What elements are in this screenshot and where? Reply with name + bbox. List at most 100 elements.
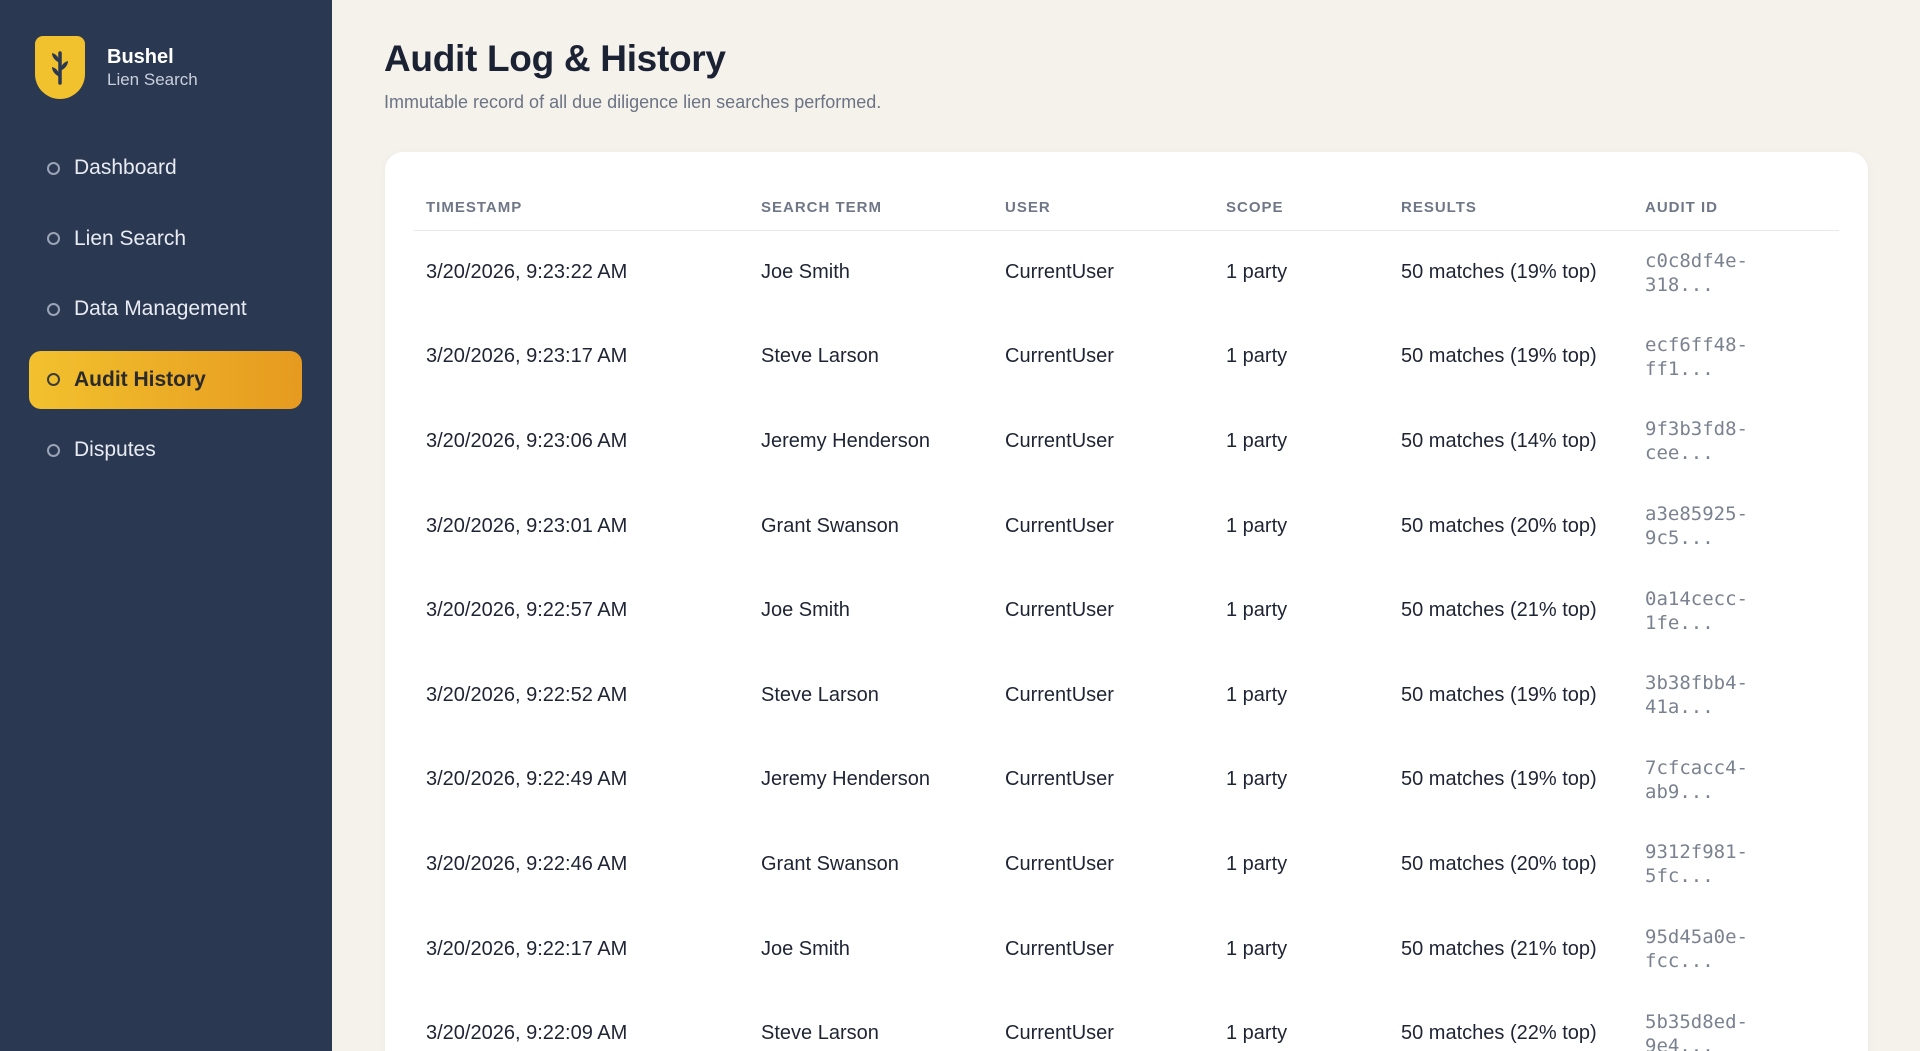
cell-audit-id: c0c8df4e- 318... [1645, 249, 1748, 296]
circle-icon [47, 161, 60, 175]
table-row[interactable]: 3/20/2026, 9:23:22 AM Joe Smith CurrentU… [414, 230, 1839, 315]
cell-results: 50 matches (19% top) [1401, 683, 1597, 706]
cell-user: CurrentUser [1005, 429, 1114, 452]
cell-timestamp: 3/20/2026, 9:22:49 AM [426, 768, 628, 791]
cell-results: 50 matches (19% top) [1401, 261, 1597, 284]
cell-scope: 1 party [1226, 261, 1288, 284]
cell-results: 50 matches (14% top) [1401, 429, 1597, 452]
cell-timestamp: 3/20/2026, 9:23:06 AM [426, 429, 628, 452]
cell-user: CurrentUser [1005, 514, 1114, 537]
table-row[interactable]: 3/20/2026, 9:23:01 AM Grant Swanson Curr… [414, 484, 1839, 569]
cell-scope: 1 party [1226, 429, 1288, 452]
table-row[interactable]: 3/20/2026, 9:22:17 AM Joe Smith CurrentU… [414, 907, 1839, 992]
page-subtitle: Immutable record of all due diligence li… [384, 92, 882, 112]
sidebar-item-lien-search[interactable]: Lien Search [29, 210, 302, 268]
cell-user: CurrentUser [1005, 683, 1114, 706]
column-header-results[interactable]: RESULTS [1389, 186, 1633, 231]
circle-icon [47, 232, 60, 245]
cell-audit-id: 7cfcacc4- ab9... [1645, 756, 1748, 803]
audit-table-body: 3/20/2026, 9:23:22 AM Joe Smith CurrentU… [414, 230, 1839, 1051]
cell-audit-id: 9312f981- 5fc... [1645, 841, 1748, 888]
column-header-audit-id[interactable]: AUDIT ID [1633, 186, 1839, 231]
cell-results: 50 matches (22% top) [1401, 1022, 1597, 1045]
column-header-user[interactable]: USER [993, 186, 1214, 231]
cell-user: CurrentUser [1005, 345, 1114, 368]
table-row[interactable]: 3/20/2026, 9:22:09 AM Steve Larson Curre… [414, 991, 1839, 1051]
cell-scope: 1 party [1226, 683, 1288, 706]
cell-scope: 1 party [1226, 852, 1288, 875]
cell-search-term: Grant Swanson [761, 852, 899, 875]
cell-results: 50 matches (21% top) [1401, 599, 1597, 622]
cell-search-term: Steve Larson [761, 683, 879, 706]
cell-timestamp: 3/20/2026, 9:23:22 AM [426, 261, 628, 284]
cell-search-term: Grant Swanson [761, 514, 899, 537]
sidebar-item-label: Disputes [74, 438, 156, 461]
cell-user: CurrentUser [1005, 768, 1114, 791]
cell-scope: 1 party [1226, 937, 1288, 960]
cell-results: 50 matches (20% top) [1401, 514, 1597, 537]
cell-audit-id: 0a14cecc- 1fe... [1645, 587, 1748, 634]
sidebar-nav: Dashboard Lien Search Data Management Au… [29, 139, 302, 492]
cell-timestamp: 3/20/2026, 9:22:46 AM [426, 852, 628, 875]
sidebar-item-label: Data Management [74, 297, 247, 320]
table-row[interactable]: 3/20/2026, 9:22:57 AM Joe Smith CurrentU… [414, 568, 1839, 653]
cell-timestamp: 3/20/2026, 9:23:17 AM [426, 345, 628, 368]
cell-audit-id: 5b35d8ed- 9e4... [1645, 1010, 1748, 1051]
sidebar-item-data-management[interactable]: Data Management [29, 280, 302, 338]
cell-audit-id: 3b38fbb4- 41a... [1645, 672, 1748, 719]
table-row[interactable]: 3/20/2026, 9:23:06 AM Jeremy Henderson C… [414, 399, 1839, 484]
cell-user: CurrentUser [1005, 599, 1114, 622]
cell-timestamp: 3/20/2026, 9:22:17 AM [426, 937, 628, 960]
brand[interactable]: Bushel Lien Search [35, 36, 198, 99]
sidebar-item-label: Dashboard [74, 156, 177, 179]
table-row[interactable]: 3/20/2026, 9:23:17 AM Steve Larson Curre… [414, 315, 1839, 400]
wheat-icon [35, 36, 85, 99]
sidebar-item-audit-history[interactable]: Audit History [29, 350, 302, 409]
cell-results: 50 matches (21% top) [1401, 937, 1597, 960]
cell-audit-id: ecf6ff48- ff1... [1645, 333, 1748, 380]
cell-audit-id: a3e85925- 9c5... [1645, 503, 1748, 550]
sidebar-item-disputes[interactable]: Disputes [29, 421, 302, 479]
cell-search-term: Joe Smith [761, 599, 850, 622]
table-row[interactable]: 3/20/2026, 9:22:49 AM Jeremy Henderson C… [414, 738, 1839, 823]
cell-scope: 1 party [1226, 345, 1288, 368]
sidebar-item-label: Audit History [74, 367, 206, 391]
cell-scope: 1 party [1226, 599, 1288, 622]
table-row[interactable]: 3/20/2026, 9:22:46 AM Grant Swanson Curr… [414, 822, 1839, 907]
page-title: Audit Log & History [384, 38, 726, 79]
column-header-search-term[interactable]: SEARCH TERM [749, 186, 993, 231]
sidebar: Bushel Lien Search Dashboard Lien Search… [0, 0, 332, 1051]
audit-table-card: TIMESTAMP SEARCH TERM USER SCOPE RESULTS… [385, 152, 1868, 1051]
cell-user: CurrentUser [1005, 852, 1114, 875]
cell-results: 50 matches (19% top) [1401, 768, 1597, 791]
cell-user: CurrentUser [1005, 937, 1114, 960]
circle-icon [47, 443, 60, 457]
cell-search-term: Joe Smith [761, 937, 850, 960]
sidebar-item-dashboard[interactable]: Dashboard [29, 139, 302, 197]
cell-timestamp: 3/20/2026, 9:23:01 AM [426, 514, 628, 537]
cell-search-term: Jeremy Henderson [761, 768, 930, 791]
brand-name: Bushel [107, 45, 174, 68]
circle-icon [47, 302, 60, 316]
circle-icon [47, 373, 60, 386]
sidebar-item-label: Lien Search [74, 226, 187, 250]
brand-subtitle: Lien Search [107, 69, 198, 89]
cell-search-term: Joe Smith [761, 261, 850, 284]
cell-scope: 1 party [1226, 1022, 1288, 1045]
cell-scope: 1 party [1226, 768, 1288, 791]
column-header-scope[interactable]: SCOPE [1214, 186, 1389, 231]
column-header-timestamp[interactable]: TIMESTAMP [414, 186, 749, 231]
cell-audit-id: 95d45a0e- fcc... [1645, 926, 1748, 973]
audit-table: TIMESTAMP SEARCH TERM USER SCOPE RESULTS… [414, 186, 1839, 1051]
cell-audit-id: 9f3b3fd8- cee... [1645, 418, 1748, 465]
cell-user: CurrentUser [1005, 261, 1114, 284]
cell-timestamp: 3/20/2026, 9:22:09 AM [426, 1022, 628, 1045]
cell-results: 50 matches (19% top) [1401, 345, 1597, 368]
cell-search-term: Steve Larson [761, 345, 879, 368]
main-content: Audit Log & History Immutable record of … [332, 0, 1920, 1051]
table-row[interactable]: 3/20/2026, 9:22:52 AM Steve Larson Curre… [414, 653, 1839, 738]
cell-search-term: Jeremy Henderson [761, 429, 930, 452]
cell-search-term: Steve Larson [761, 1022, 879, 1045]
cell-timestamp: 3/20/2026, 9:22:57 AM [426, 599, 628, 622]
cell-timestamp: 3/20/2026, 9:22:52 AM [426, 683, 628, 706]
